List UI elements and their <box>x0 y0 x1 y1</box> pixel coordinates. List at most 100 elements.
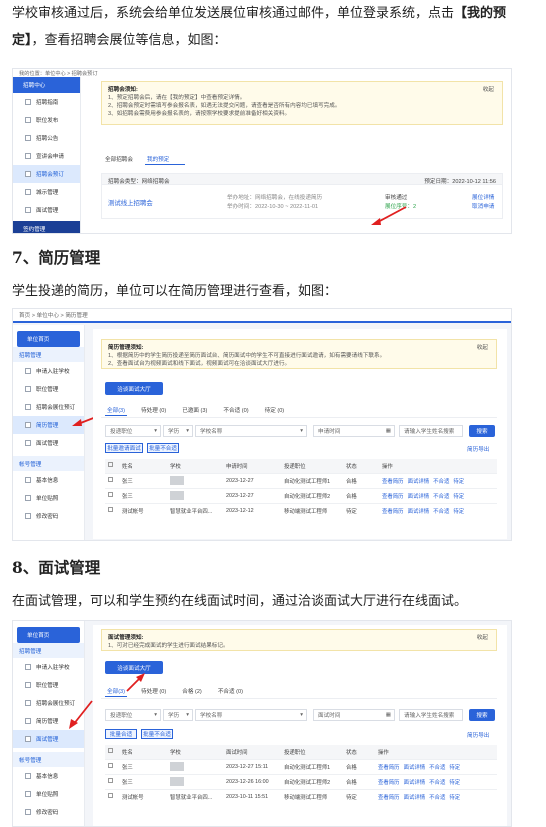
sidebar-item[interactable]: 面试管理 <box>13 434 84 452</box>
table-header: 姓名 学校 面试时间 投递职位 状态 操作 <box>105 745 497 759</box>
notice-box: 面试管理须知: 1、可对已经完成面试的学生进行面试结果标记。 收起 <box>101 629 497 651</box>
table-row: 测试帐号 智慧就业平台四... 2023-12-12 移动端测试工程师 待定 查… <box>105 502 497 518</box>
checkbox-icon[interactable] <box>108 492 113 497</box>
tab-pending[interactable]: 待处理 (0) <box>141 687 166 695</box>
sidebar-item[interactable]: 招聘公告 <box>13 129 80 147</box>
bulk-invite-button[interactable]: 批量邀请面试 <box>105 443 143 453</box>
intro-text: 学校审核通过后，系统会给单位发送展位审核通过邮件，单位登录系统，点击 <box>12 6 455 21</box>
menu-item-icon <box>25 117 31 123</box>
menu-item-icon <box>25 404 31 410</box>
sidebar-item[interactable]: 单位贴照 <box>13 489 84 507</box>
sidebar-item-fair-reservation[interactable]: 招聘会预订 <box>13 165 80 183</box>
checkbox-icon[interactable] <box>108 778 113 783</box>
checkbox-icon[interactable] <box>108 793 113 799</box>
collapse-link[interactable]: 收起 <box>477 634 488 642</box>
sidebar-footer[interactable]: 签约管理 <box>13 221 80 233</box>
apply-time-filter[interactable]: 申请时间 ▦ <box>313 425 395 437</box>
tab-my-reservations[interactable]: 我的预定 <box>147 155 169 163</box>
chevron-down-icon: ▾ <box>154 712 157 718</box>
collapse-link[interactable]: 收起 <box>483 86 494 94</box>
calendar-icon: ▦ <box>385 712 391 718</box>
tab-qualified[interactable]: 合格 (2) <box>182 687 202 695</box>
checkbox-icon[interactable] <box>108 507 113 513</box>
tab-all[interactable]: 全部(3) <box>107 406 125 414</box>
sidebar-header[interactable]: 单位首页 <box>17 331 80 347</box>
fair-name-link[interactable]: 测试线上招聘会 <box>108 198 153 207</box>
section-7-paragraph: 学生投递的简历，单位可以在简历管理进行查看，如图： <box>12 284 338 299</box>
sidebar-header[interactable]: 招聘中心 <box>13 77 80 93</box>
sidebar-item[interactable]: 职位管理 <box>13 380 84 398</box>
notice-box: 简历管理须知: 1、根据简历中的学生简历投递至简历面试台、简历面试中的学生不可直… <box>101 339 497 369</box>
search-button[interactable]: 搜索 <box>469 709 495 721</box>
tab-pending[interactable]: 待处理 (0) <box>141 406 166 414</box>
tab-all[interactable]: 全部(3) <box>107 687 125 695</box>
section-7-heading: 7、简历管理 <box>12 248 101 267</box>
booth-detail-link[interactable]: 展位详情 <box>472 193 494 201</box>
bulk-suitable-button[interactable]: 批量合适 <box>105 729 137 739</box>
student-search-input[interactable]: 请输入学生姓名搜索 <box>399 425 463 437</box>
sidebar-item[interactable]: 修改密码 <box>13 803 84 821</box>
resume-export-link[interactable]: 简历导出 <box>467 731 489 739</box>
tab-unsuitable[interactable]: 不合适 (0) <box>218 687 243 695</box>
table-row: 测试帐号 智慧就业平台四... 2023-10-11 15:51 移动端测试工程… <box>105 788 497 804</box>
section-8-heading: 8、面试管理 <box>12 558 101 577</box>
bulk-unsuitable-button[interactable]: 批量不合适 <box>141 729 173 739</box>
menu-item-icon <box>25 171 31 177</box>
screenshot-interview-management: 单位首页 招聘管理 申请入驻学校 职位管理 招聘会展位预订 简历管理 面试管理 … <box>12 620 512 827</box>
sidebar-item-interview[interactable]: 面试管理 <box>13 730 84 748</box>
sidebar-item[interactable]: 招聘指南 <box>13 93 80 111</box>
menu-item-icon <box>25 386 31 392</box>
sidebar-item[interactable]: 宣讲会申请 <box>13 147 80 165</box>
menu-item-icon <box>25 207 31 213</box>
notice-title: 面试管理须知: <box>108 635 144 641</box>
degree-filter[interactable]: 学历 ▾ <box>163 425 193 437</box>
job-filter[interactable]: 投递职位 ▾ <box>105 709 161 721</box>
menu-item-icon <box>25 368 31 374</box>
breadcrumb: 首页 > 单位中心 > 简历管理 <box>13 309 511 323</box>
interview-time-filter[interactable]: 面试时间 ▦ <box>313 709 395 721</box>
checkbox-icon[interactable] <box>108 763 113 768</box>
sidebar-item[interactable]: 城示管理 <box>13 183 80 201</box>
checkbox-icon[interactable] <box>108 477 113 482</box>
interview-hall-button[interactable]: 洽谈面试大厅 <box>105 382 163 395</box>
screenshot-reservation: 我的位置：单位中心 > 招聘会预订 招聘中心 招聘指南 职位发布 招聘公告 宣讲… <box>12 68 512 234</box>
tab-bar: 全部(3) 待处理 (0) 合格 (2) 不合适 (0) <box>107 687 243 695</box>
sidebar-header[interactable]: 单位首页 <box>17 627 80 643</box>
table-row: 张三 2023-12-27 15:11 自动化测试工程师1 合格 查看简历 面试详… <box>105 758 497 774</box>
collapse-link[interactable]: 收起 <box>477 344 488 352</box>
checkbox-icon[interactable] <box>108 462 113 468</box>
fair-address: 举办地址：网络招聘会，在线投递简历 <box>227 195 323 201</box>
chevron-down-icon: ▾ <box>154 428 157 434</box>
sidebar-category: 招聘管理 <box>13 347 84 362</box>
notice-box: 招聘会须知: 1、预定招聘会后，请在【我的预定】中查看预定详情。 2、招聘会预定… <box>101 81 503 125</box>
tab-all-fairs[interactable]: 全部招聘会 <box>105 155 133 163</box>
resume-export-link[interactable]: 简历导出 <box>467 445 489 453</box>
redacted-school <box>170 762 184 771</box>
fair-hold-time: 举办时间：2022-10-30 ~ 2022-11-01 <box>227 204 319 210</box>
sidebar-item[interactable]: 基本信息 <box>13 767 84 785</box>
bulk-unsuitable-button[interactable]: 批量不合适 <box>147 443 179 453</box>
school-filter[interactable]: 学校名称 ▾ <box>195 709 307 721</box>
job-filter[interactable]: 投递职位 ▾ <box>105 425 161 437</box>
sidebar-item[interactable]: 申请入驻学校 <box>13 362 84 380</box>
cancel-request-link[interactable]: 取消申请 <box>472 202 494 210</box>
chevron-down-icon: ▾ <box>186 712 189 718</box>
sidebar-item[interactable]: 修改密码 <box>13 507 84 525</box>
sidebar-item[interactable]: 职位管理 <box>13 676 84 694</box>
degree-filter[interactable]: 学历 ▾ <box>163 709 193 721</box>
menu-item-icon <box>25 477 31 483</box>
tab-invited[interactable]: 已邀面 (3) <box>182 406 207 414</box>
student-search-input[interactable]: 请输入学生姓名搜索 <box>399 709 463 721</box>
sidebar-item[interactable]: 申请入驻学校 <box>13 658 84 676</box>
school-filter[interactable]: 学校名称 ▾ <box>195 425 307 437</box>
tab-unsuitable[interactable]: 不合适 (0) <box>223 406 248 414</box>
chevron-down-icon: ▾ <box>300 712 303 718</box>
breadcrumb: 我的位置：单位中心 > 招聘会预订 <box>13 69 511 77</box>
checkbox-icon[interactable] <box>108 748 113 754</box>
sidebar-item[interactable]: 职位发布 <box>13 111 80 129</box>
sidebar-item[interactable]: 基本信息 <box>13 471 84 489</box>
tab-undecided[interactable]: 待定 (0) <box>265 406 285 414</box>
search-button[interactable]: 搜索 <box>469 425 495 437</box>
sidebar-item[interactable]: 面试管理 <box>13 201 80 219</box>
sidebar-item[interactable]: 单位贴照 <box>13 785 84 803</box>
